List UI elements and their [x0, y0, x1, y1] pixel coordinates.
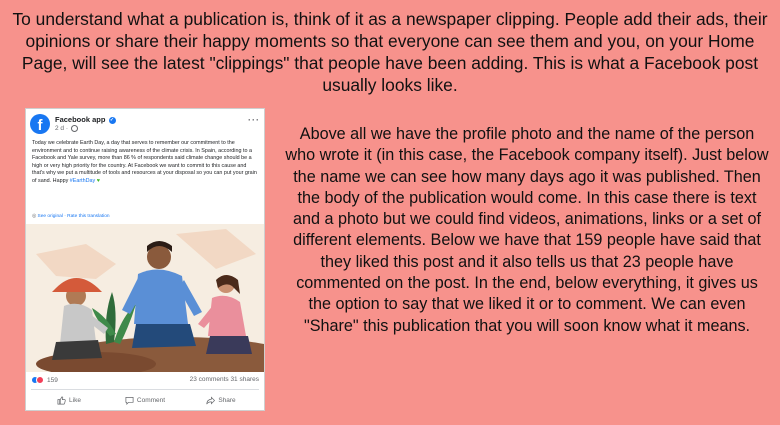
post-time[interactable]: 2 d · — [55, 125, 68, 132]
earth-day-illustration — [26, 224, 264, 372]
heart-icon: ♥ — [96, 177, 100, 184]
post-image[interactable] — [26, 224, 264, 372]
globe-icon — [70, 125, 78, 132]
rate-translation-link[interactable]: Rate this translation — [67, 214, 109, 219]
post-stats: 159 23 comments 31 shares — [31, 376, 259, 386]
translation-links: ◎ See original · Rate this translation — [32, 214, 110, 219]
post-meta: 2 d · — [55, 125, 78, 132]
post-author-name[interactable]: Facebook app — [55, 115, 105, 124]
post-header: f Facebook app ✓ 2 d · ··· — [30, 114, 262, 138]
globe-icon: ◎ — [32, 214, 37, 219]
thumbs-up-icon — [57, 396, 66, 404]
like-button[interactable]: Like — [31, 392, 107, 408]
reactions-summary[interactable]: 159 — [31, 376, 58, 384]
post-actions: Like Comment Share — [31, 392, 259, 408]
reactions-count: 159 — [47, 376, 58, 384]
facebook-logo-icon: f — [37, 117, 43, 134]
profile-avatar[interactable]: f — [30, 114, 50, 134]
facebook-post-card: f Facebook app ✓ 2 d · ··· Today we cele… — [25, 108, 265, 411]
post-menu-icon[interactable]: ··· — [248, 115, 260, 125]
like-label: Like — [69, 396, 81, 404]
comment-label: Comment — [136, 396, 166, 404]
comments-shares-count[interactable]: 23 comments 31 shares — [190, 376, 259, 383]
see-original-link[interactable]: See original — [38, 214, 63, 219]
intro-paragraph: To understand what a publication is, thi… — [12, 9, 768, 95]
post-author[interactable]: Facebook app ✓ — [55, 115, 116, 124]
love-reaction-icon — [36, 376, 44, 384]
post-body: Today we celebrate Earth Day, a day that… — [32, 140, 260, 186]
divider — [31, 389, 259, 390]
share-button[interactable]: Share — [183, 392, 259, 408]
share-label: Share — [218, 396, 236, 404]
share-icon — [206, 395, 216, 405]
explanation-paragraph: Above all we have the profile photo and … — [285, 125, 769, 335]
post-body-text: Today we celebrate Earth Day, a day that… — [32, 140, 257, 184]
comment-icon — [125, 396, 134, 405]
verified-icon: ✓ — [108, 116, 116, 124]
hashtag-link[interactable]: #EarthDay — [70, 178, 95, 184]
comment-button[interactable]: Comment — [107, 392, 183, 408]
